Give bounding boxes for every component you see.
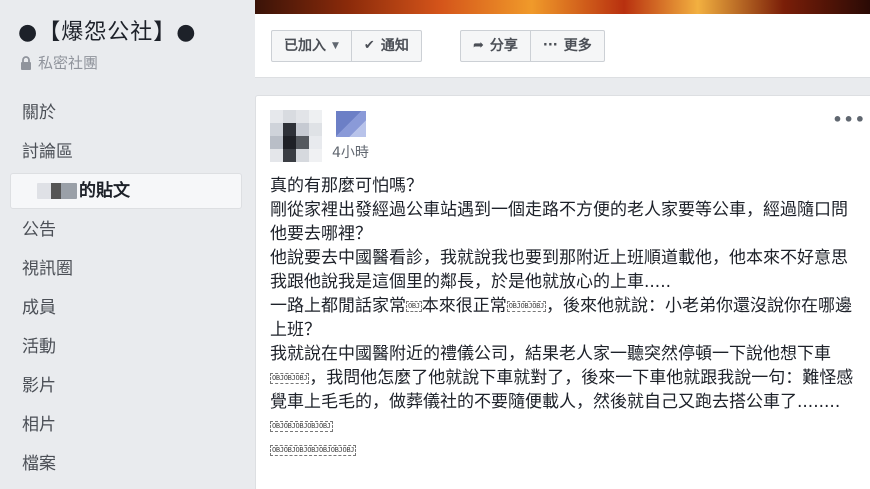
sidebar-item-members[interactable]: 成員 — [10, 289, 242, 328]
joined-label: 已加入 — [284, 38, 326, 54]
emoji-placeholder: OBJOBJOBJOBJOBJOBJOBJ — [270, 445, 357, 456]
sidebar-item-events[interactable]: 活動 — [10, 328, 242, 367]
group-name[interactable]: ●【爆怨公社】● — [18, 14, 196, 46]
emoji-placeholder: OBJOBJOBJ — [270, 373, 310, 384]
sidebar-nav: 關於 討論區 的貼文 公告 視訊圈 成員 活動 影片 相片 檔案 — [10, 94, 242, 484]
cover-photo[interactable] — [255, 0, 870, 14]
sidebar-item-photos[interactable]: 相片 — [10, 406, 242, 445]
share-arrow-icon: ➦ — [473, 38, 484, 53]
more-button[interactable]: ··· 更多 — [529, 31, 604, 61]
sidebar-item-videos[interactable]: 影片 — [10, 367, 242, 406]
sidebar-item-my-posts[interactable]: 的貼文 — [10, 173, 242, 209]
sidebar-item-label: 的貼文 — [79, 181, 130, 201]
post-body: 真的有那麼可怕嗎？ 剛從家裡出發經過公車站遇到一個走路不方便的老人家要等公車，經… — [270, 174, 860, 462]
notify-button[interactable]: ✔ 通知 — [350, 31, 421, 61]
post-line: 我就說在中國醫附近的禮儀公司，結果老人家一聽突然停頓一下說他想下車OBJOBJO… — [270, 344, 854, 432]
post-line: OBJOBJOBJOBJOBJOBJOBJ — [270, 438, 860, 462]
post-card: 4小時 ••• 真的有那麼可怕嗎？ 剛從家裡出發經過公車站遇到一個走路不方便的老… — [255, 95, 870, 489]
notify-label: 通知 — [380, 38, 409, 54]
check-icon: ✔ — [363, 38, 375, 53]
ellipsis-icon: ··· — [542, 38, 558, 53]
chevron-down-icon: ▼ — [332, 41, 339, 51]
avatar[interactable] — [270, 110, 322, 162]
post-line: 他說要去中國醫看診，我就說我也要到那附近上班順道載他，他本來不好意思我跟他說我是… — [270, 248, 848, 292]
post-line: 真的有那麼可怕嗎？ — [270, 176, 423, 196]
sidebar-item-discussion[interactable]: 討論區 — [10, 133, 242, 172]
emoji-placeholder: OBJOBJOBJ — [506, 301, 546, 312]
post-line: 剛從家裡出發經過公車站遇到一個走路不方便的老人家要等公車，經過隨口問他要去哪裡？ — [270, 200, 848, 244]
privacy-label: 私密社團 — [38, 54, 99, 72]
emoji-placeholder: OBJOBJOBJOBJOBJ — [270, 421, 333, 432]
membership-button-group: 已加入 ▼ ✔ 通知 — [271, 30, 422, 62]
lock-icon — [21, 55, 31, 70]
post-line: 一路上都閒話家常 OBJ 本來很正常 OBJOBJOBJ ，後來他就說：小老弟你還沒說你… — [270, 296, 852, 340]
share-label: 分享 — [489, 38, 518, 54]
author-name-redacted[interactable] — [336, 111, 366, 137]
joined-button[interactable]: 已加入 ▼ — [272, 31, 351, 61]
sidebar-item-about[interactable]: 關於 — [10, 94, 242, 133]
sidebar-item-video-chat[interactable]: 視訊圈 — [10, 250, 242, 289]
sidebar-item-files[interactable]: 檔案 — [10, 445, 242, 484]
post-options-icon[interactable]: ••• — [832, 110, 866, 129]
left-sidebar: ●【爆怨公社】● 私密社團 關於 討論區 的貼文 公告 視訊圈 成員 活動 影片… — [0, 0, 250, 489]
share-button-group: ➦ 分享 ··· 更多 — [460, 30, 605, 62]
post-timestamp[interactable]: 4小時 — [332, 142, 369, 162]
redacted-name — [37, 183, 77, 199]
share-button[interactable]: ➦ 分享 — [461, 31, 530, 61]
group-privacy: 私密社團 — [20, 52, 98, 73]
sidebar-item-announcements[interactable]: 公告 — [10, 211, 242, 250]
more-label: 更多 — [563, 38, 592, 54]
emoji-placeholder: OBJ — [406, 301, 422, 312]
group-action-bar: 已加入 ▼ ✔ 通知 ➦ 分享 ··· 更多 — [255, 14, 870, 78]
